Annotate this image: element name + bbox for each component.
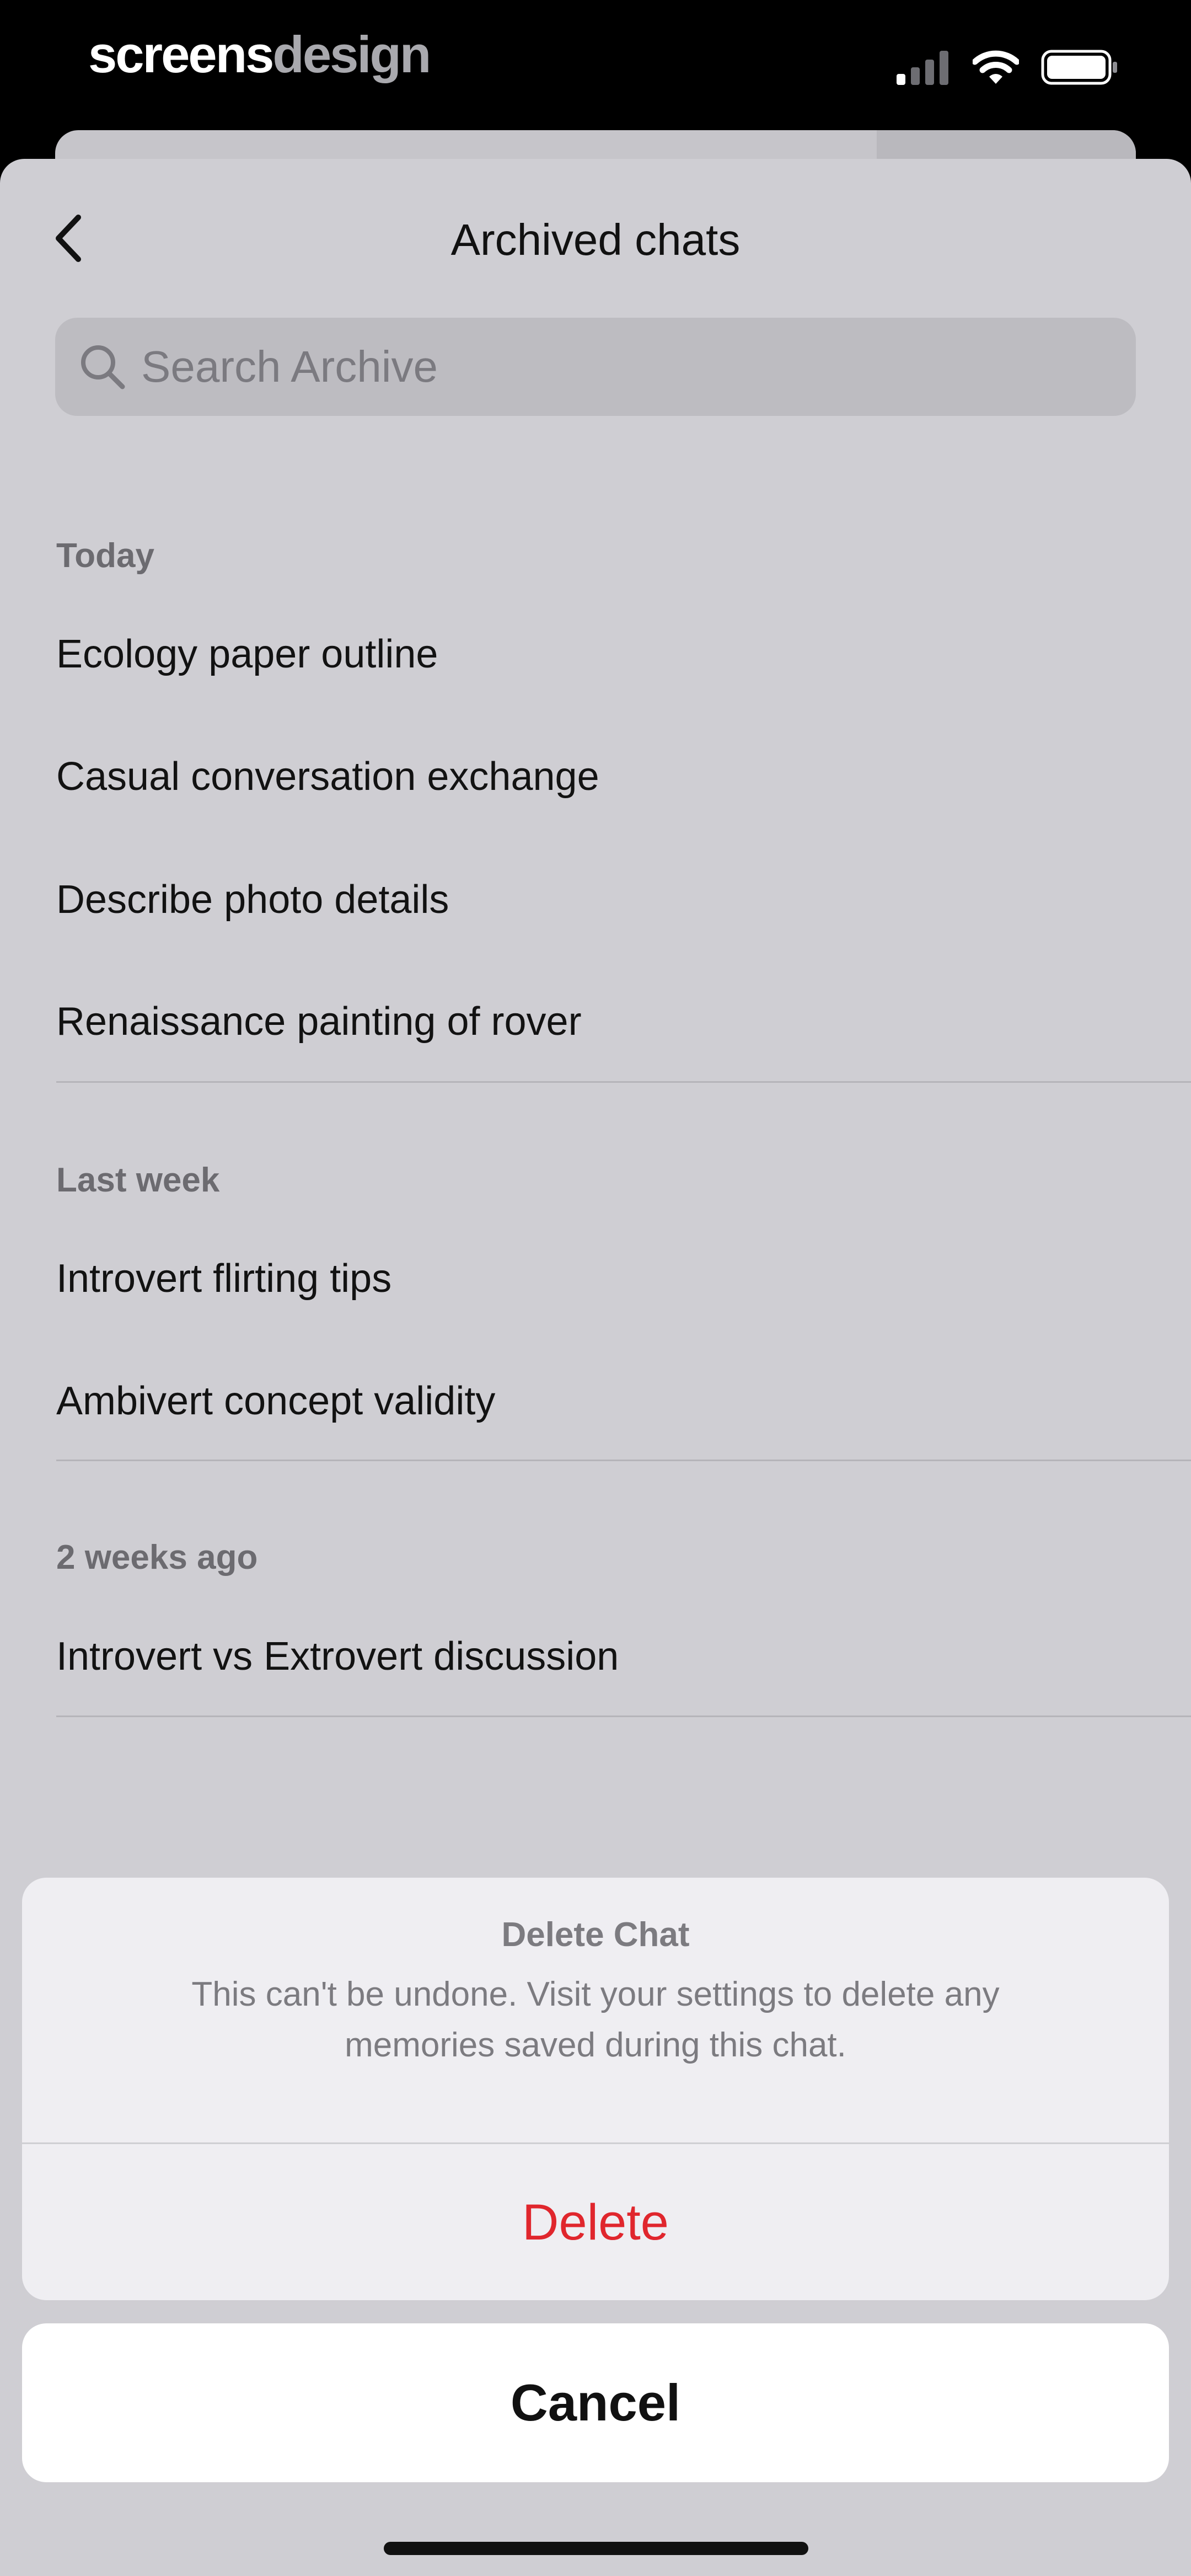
status-icons [895,47,1118,87]
section-header-2-weeks-ago: 2 weeks ago [56,1538,258,1576]
list-item[interactable]: Ambivert concept validity [56,1373,495,1429]
list-item[interactable]: Ecology paper outline [56,627,438,682]
list-item[interactable]: Casual conversation exchange [56,749,599,804]
section-divider [56,1081,1191,1083]
status-bar: screensdesign [0,0,1191,130]
wifi-icon [973,50,1019,84]
section-divider [56,1460,1191,1461]
brand-logo: screensdesign [88,24,431,85]
action-sheet-title: Delete Chat [501,1916,690,1954]
list-item[interactable]: Describe photo details [56,872,449,927]
list-item[interactable]: Introvert flirting tips [56,1251,391,1306]
brand-text-part1: screens [88,25,274,83]
section-header-last-week: Last week [56,1161,220,1199]
list-item[interactable]: Renaissance painting of rover [56,994,582,1049]
search-icon [75,339,130,394]
home-indicator [384,2542,808,2555]
page-title: Archived chats [450,215,741,264]
cancel-button[interactable]: Cancel [22,2323,1169,2482]
battery-icon [1041,50,1117,85]
search-input[interactable] [140,341,1080,393]
delete-chat-action-sheet: Delete Chat This can't be undone. Visit … [22,1878,1169,2300]
section-divider [56,1715,1191,1717]
search-bar[interactable] [55,318,1136,416]
action-sheet-message: This can't be undone. Visit your setting… [191,1975,1000,2064]
screen: screensdesign Archived chats Search Arch… [0,0,1191,2576]
list-item[interactable]: Introvert vs Extrovert discussion [56,1629,619,1684]
brand-text-part2: design [272,25,431,83]
cellular-signal-icon [897,51,948,85]
delete-button[interactable]: Delete [22,2144,1169,2300]
section-header-today: Today [56,537,154,575]
